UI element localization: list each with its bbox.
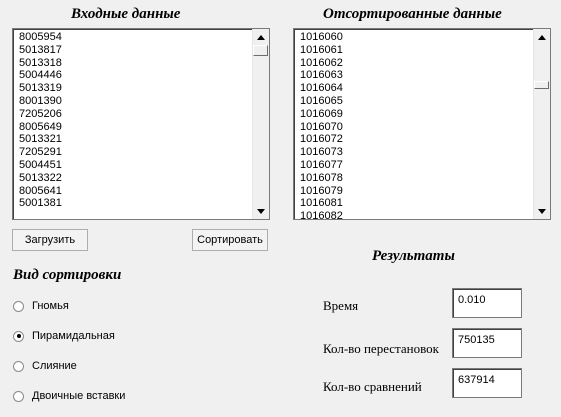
radio-button[interactable] <box>13 360 24 372</box>
radio-button[interactable] <box>13 390 24 402</box>
swaps-value-field: 750135 <box>452 328 522 358</box>
scroll-up-button[interactable] <box>534 29 550 45</box>
comparisons-label: Кол-во сравнений <box>323 379 422 394</box>
input-data-items: 8005954 5013817 5013318 5004446 5013319 80013… <box>19 31 251 210</box>
list-item[interactable]: 5004446 <box>19 69 251 82</box>
comparisons-value-field: 637914 <box>452 368 522 398</box>
arrow-up-icon <box>538 34 546 40</box>
radio-button[interactable] <box>13 330 24 342</box>
sorted-data-listbox[interactable]: 1016060 1016061 1016062 1016063 1016064 10160… <box>293 28 551 220</box>
list-item[interactable]: 1016082 <box>300 210 532 219</box>
list-item[interactable]: 5013322 <box>19 172 251 185</box>
radio-label: Слияние <box>32 360 77 372</box>
input-data-listbox[interactable]: 8005954 5013817 5013318 5004446 5013319 80013… <box>12 28 270 220</box>
list-item[interactable]: 5004451 <box>19 159 251 172</box>
radio-label: Пирамидальная <box>32 330 115 342</box>
list-item[interactable]: 8005641 <box>19 185 251 198</box>
list-item[interactable]: 1016077 <box>300 159 532 172</box>
list-item[interactable]: 1016061 <box>300 44 532 57</box>
load-button[interactable]: Загрузить <box>12 229 88 251</box>
sorted-data-items: 1016060 1016061 1016062 1016063 1016064 10160… <box>300 31 532 219</box>
scroll-thumb[interactable] <box>534 81 549 89</box>
list-item[interactable]: 1016072 <box>300 133 532 146</box>
list-item[interactable]: 5013318 <box>19 57 251 70</box>
sorted-data-title: Отсортированные данные <box>323 6 502 22</box>
radio-button[interactable] <box>13 300 24 312</box>
list-item[interactable]: 7205206 <box>19 108 251 121</box>
sort-option-3[interactable]: Слияние <box>13 360 77 372</box>
list-item[interactable]: 1016064 <box>300 82 532 95</box>
sort-option-1[interactable]: Гномья <box>13 300 69 312</box>
list-item[interactable]: 1016063 <box>300 69 532 82</box>
time-label: Время <box>323 298 359 313</box>
list-item[interactable]: 8001390 <box>19 95 251 108</box>
scroll-down-button[interactable] <box>534 203 550 219</box>
scroll-up-button[interactable] <box>253 29 269 45</box>
input-data-scrollbar[interactable] <box>252 29 269 219</box>
scroll-thumb[interactable] <box>253 45 268 56</box>
list-item[interactable]: 1016073 <box>300 146 532 159</box>
list-item[interactable]: 1016079 <box>300 185 532 198</box>
sorted-data-scrollbar[interactable] <box>533 29 550 219</box>
arrow-up-icon <box>257 34 265 40</box>
list-item[interactable]: 1016065 <box>300 95 532 108</box>
input-data-title: Входные данные <box>71 6 181 22</box>
scroll-down-button[interactable] <box>253 203 269 219</box>
results-title: Результаты <box>372 248 455 264</box>
sort-option-2[interactable]: Пирамидальная <box>13 330 115 342</box>
list-item[interactable]: 5013817 <box>19 44 251 57</box>
list-item[interactable]: 8005954 <box>19 31 251 44</box>
list-item[interactable]: 7205291 <box>19 146 251 159</box>
list-item[interactable]: 1016062 <box>300 57 532 70</box>
arrow-down-icon <box>257 208 265 214</box>
sort-button[interactable]: Сортировать <box>192 229 268 251</box>
sort-type-title: Вид сортировки <box>13 267 122 283</box>
list-item[interactable]: 1016081 <box>300 197 532 210</box>
list-item[interactable]: 1016078 <box>300 172 532 185</box>
sort-option-4[interactable]: Двоичные вставки <box>13 390 125 402</box>
list-item[interactable]: 8005649 <box>19 121 251 134</box>
list-item[interactable]: 5013319 <box>19 82 251 95</box>
list-item[interactable]: 1016060 <box>300 31 532 44</box>
swaps-label: Кол-во перестановок <box>323 341 439 356</box>
arrow-down-icon <box>538 208 546 214</box>
list-item[interactable]: 5013321 <box>19 133 251 146</box>
radio-label: Двоичные вставки <box>32 390 126 402</box>
list-item[interactable]: 1016069 <box>300 108 532 121</box>
list-item[interactable]: 1016070 <box>300 121 532 134</box>
radio-label: Гномья <box>32 300 69 312</box>
list-item[interactable]: 5001381 <box>19 197 251 210</box>
time-value-field: 0.010 <box>452 288 522 318</box>
